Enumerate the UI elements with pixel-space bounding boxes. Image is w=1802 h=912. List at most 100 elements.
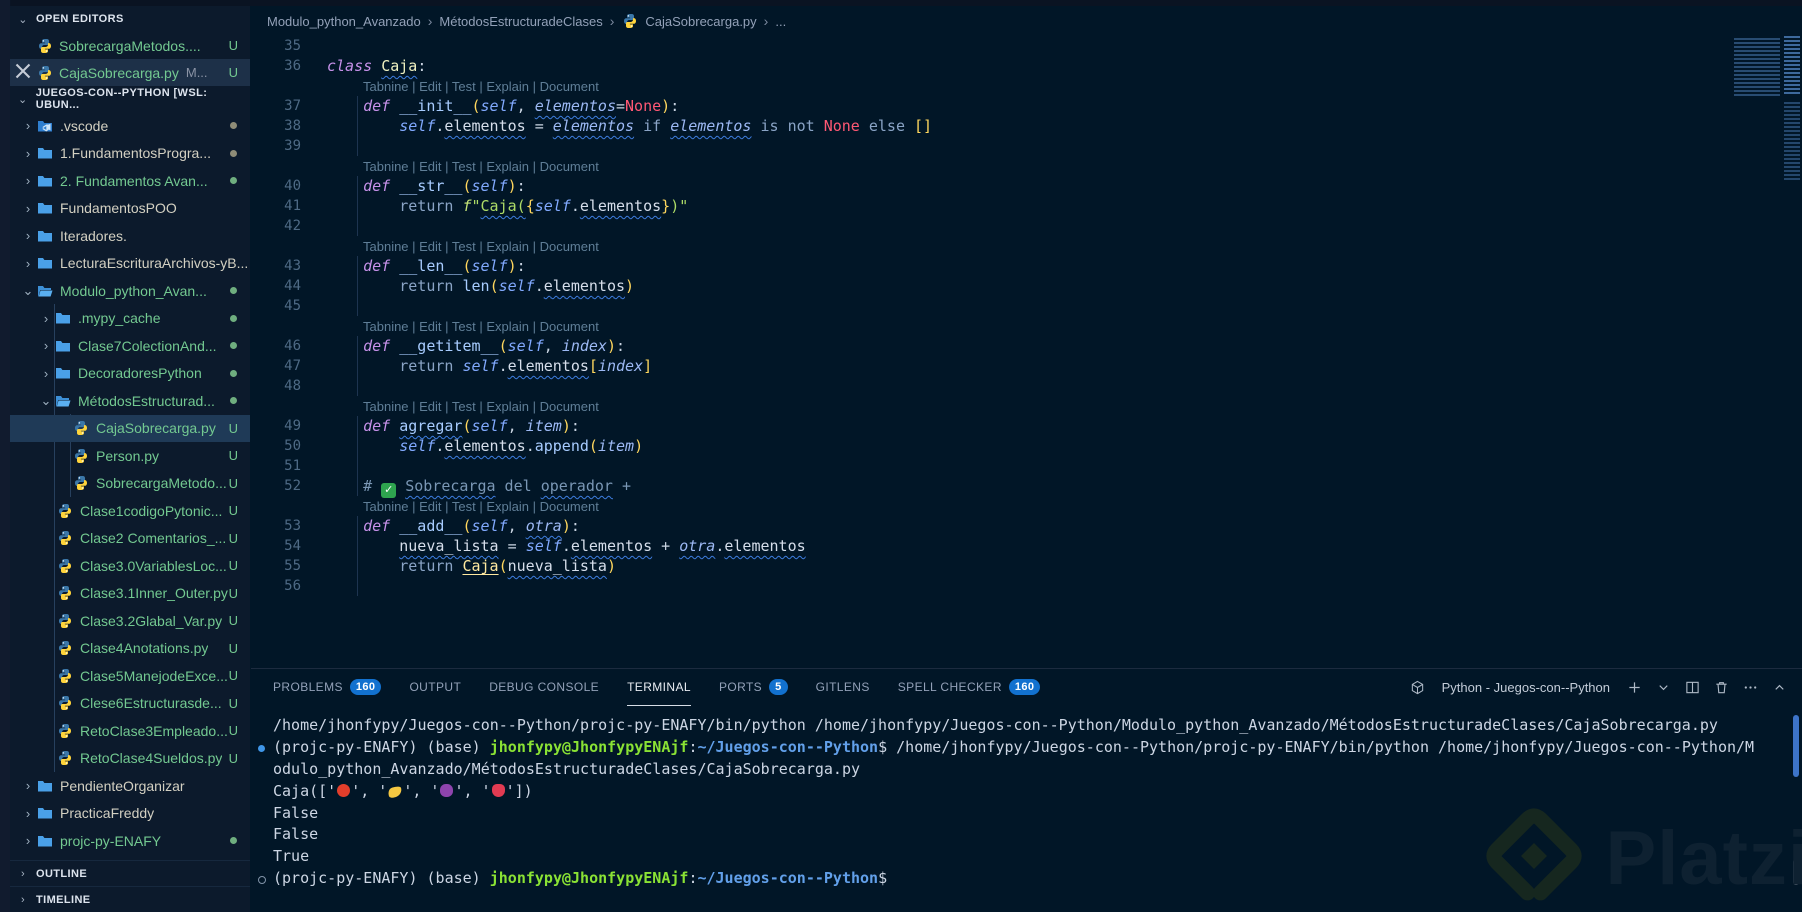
tree-item[interactable]: Clase4Anotations.py U xyxy=(10,635,250,663)
terminal-profile-dropdown-button[interactable] xyxy=(1655,679,1672,695)
code-text: return len(self.elementos) xyxy=(327,276,1802,296)
line-number: 39 xyxy=(284,138,301,154)
outline-section-header[interactable]: › OUTLINE xyxy=(10,860,250,886)
codelens-actions[interactable]: Tabnine | Edit | Test | Explain | Docume… xyxy=(363,319,599,334)
tree-item[interactable]: Person.py U xyxy=(10,442,250,470)
tree-item[interactable]: › projc-py-ENAFY xyxy=(10,827,250,855)
code-token: None xyxy=(625,97,662,115)
terminal-text: ', ' xyxy=(454,781,491,800)
code-token: return xyxy=(399,277,463,295)
code-viewport[interactable]: 35 36 class Caja: Tabnine | Edit | Test | E… xyxy=(251,36,1802,668)
line-number: 53 xyxy=(284,518,301,534)
git-status-badge: U xyxy=(228,668,238,684)
code-token: __len__ xyxy=(399,257,463,275)
codelens-actions[interactable]: Tabnine | Edit | Test | Explain | Docume… xyxy=(363,79,599,94)
tree-item[interactable]: Clase3.0VariablesLoc... U xyxy=(10,552,250,580)
terminal-line: False xyxy=(251,824,1790,846)
panel-tab-terminal[interactable]: TERMINAL xyxy=(627,669,691,706)
tree-item-label: Clase3.0VariablesLoc... xyxy=(80,557,227,574)
tree-item[interactable]: RetoClase4Sueldos.py U xyxy=(10,745,250,773)
code-token: Caja( xyxy=(480,197,526,215)
code-line: 48 xyxy=(251,376,1802,396)
tree-item[interactable]: Clase5ManejodeExce... U xyxy=(10,662,250,690)
codelens-actions[interactable]: Tabnine | Edit | Test | Explain | Docume… xyxy=(363,499,599,514)
folder-folder-icon xyxy=(36,200,53,216)
split-terminal-button[interactable] xyxy=(1684,679,1701,695)
workspace-header[interactable]: ⌄ JUEGOS-CON--PYTHON [WSL: UBUN... xyxy=(10,86,250,112)
minimap[interactable] xyxy=(1732,30,1802,190)
new-terminal-button[interactable] xyxy=(1626,679,1643,695)
tree-item[interactable]: › PendienteOrganizar xyxy=(10,772,250,800)
command-decoration[interactable] xyxy=(258,744,265,752)
codelens-actions[interactable]: Tabnine | Edit | Test | Explain | Docume… xyxy=(363,159,599,174)
tree-item-label: PracticaFreddy xyxy=(60,805,155,822)
code-text: self.elementos = elementos if elementos … xyxy=(327,116,1802,136)
close-icon[interactable] xyxy=(10,58,36,87)
tree-item[interactable]: › 2. Fundamentos Avan... xyxy=(10,167,250,195)
code-line: 42 xyxy=(251,216,1802,236)
tree-item[interactable]: ⌄ MétodosEstructurad... xyxy=(10,387,250,415)
open-editor-item[interactable]: SobrecargaMetodos.... U xyxy=(10,32,250,59)
code-token: : xyxy=(616,337,626,355)
code-token: self xyxy=(480,97,517,115)
terminal-output[interactable]: /home/jhonfypy/Juegos-con--Python/projc-… xyxy=(251,715,1790,890)
panel-tab-gitlens[interactable]: GITLENS xyxy=(816,669,870,706)
code-token: self xyxy=(498,277,535,295)
tree-item[interactable]: ⌄ Modulo_python_Avan... xyxy=(10,277,250,305)
tree-item[interactable]: › DecoradoresPython xyxy=(10,360,250,388)
tree-item[interactable]: › .vscode xyxy=(10,112,250,140)
panel-tab-spell-checker[interactable]: SPELL CHECKER 160 xyxy=(898,669,1041,706)
git-status-badge: U xyxy=(228,695,238,711)
timeline-section-header[interactable]: › TIMELINE xyxy=(10,886,250,912)
tree-item[interactable]: Clase1codigoPytonic... U xyxy=(10,497,250,525)
tree-item-label: RetoClase4Sueldos.py xyxy=(80,750,223,767)
more-actions-button[interactable] xyxy=(1742,679,1759,695)
code-token: index xyxy=(597,357,644,375)
tree-item[interactable]: SobrecargaMetodo... U xyxy=(10,470,250,498)
breadcrumb-item[interactable]: CajaSobrecarga.py xyxy=(645,14,756,29)
indent-guide xyxy=(357,476,358,496)
terminal-text: $ xyxy=(878,869,888,888)
tree-item[interactable]: Clase3.2Glabal_Var.py U xyxy=(10,607,250,635)
open-editors-header[interactable]: ⌄ OPEN EDITORS xyxy=(10,6,250,32)
panel-scrollbar[interactable] xyxy=(1793,859,1799,885)
tree-item[interactable]: Clase2 Comentarios_... U xyxy=(10,525,250,553)
codelens-actions[interactable]: Tabnine | Edit | Test | Explain | Docume… xyxy=(363,399,599,414)
tree-item[interactable]: CajaSobrecarga.py U xyxy=(10,414,250,442)
tree-item[interactable]: › Clase7ColectionAnd... xyxy=(10,332,250,360)
kill-terminal-button[interactable] xyxy=(1713,679,1730,695)
python-file-icon xyxy=(56,558,73,574)
code-line: 41 return f"Caja({self.elementos})" xyxy=(251,196,1802,216)
breadcrumb-item[interactable]: Modulo_python_Avanzado xyxy=(267,14,421,29)
tree-item[interactable]: › PracticaFreddy xyxy=(10,800,250,828)
terminal-scrollbar[interactable] xyxy=(1793,715,1799,777)
tree-item[interactable]: › FundamentosPOO xyxy=(10,195,250,223)
open-editor-item[interactable]: CajaSobrecarga.py M... U xyxy=(10,59,250,86)
indent-guide xyxy=(357,176,358,196)
tree-item[interactable]: › .mypy_cache xyxy=(10,305,250,333)
maximize-panel-button[interactable] xyxy=(1771,679,1788,695)
tree-item[interactable]: › LecturaEscrituraArchivos-yB... xyxy=(10,250,250,278)
outline-title: OUTLINE xyxy=(36,867,88,880)
panel-tab-ports[interactable]: PORTS 5 xyxy=(719,669,788,706)
command-decoration[interactable] xyxy=(258,876,266,885)
tree-item[interactable]: Clase3.1Inner_Outer.py U xyxy=(10,580,250,608)
breadcrumb-item[interactable]: MétodosEstructuradeClases xyxy=(439,14,602,29)
codelens-actions[interactable]: Tabnine | Edit | Test | Explain | Docume… xyxy=(363,239,599,254)
panel-tab-problems[interactable]: PROBLEMS 160 xyxy=(273,669,382,706)
code-token: [ xyxy=(588,357,598,375)
tree-item[interactable]: Clese6Estructurasde... U xyxy=(10,690,250,718)
panel-tab-debug-console[interactable]: DEBUG CONSOLE xyxy=(489,669,599,706)
panel-tab-label: SPELL CHECKER xyxy=(897,679,1002,694)
tree-item[interactable]: RetoClase3Empleado... U xyxy=(10,717,250,745)
tree-item-label: RetoClase3Empleado... xyxy=(80,722,228,739)
tree-item[interactable]: › 1.FundamentosProgra... xyxy=(10,140,250,168)
git-status-badge: U xyxy=(228,613,238,629)
breadcrumb-item[interactable]: ... xyxy=(775,14,786,29)
code-token: self xyxy=(471,177,508,195)
tree-item[interactable]: › Iteradores. xyxy=(10,222,250,250)
panel-tab-output[interactable]: OUTPUT xyxy=(409,669,461,706)
